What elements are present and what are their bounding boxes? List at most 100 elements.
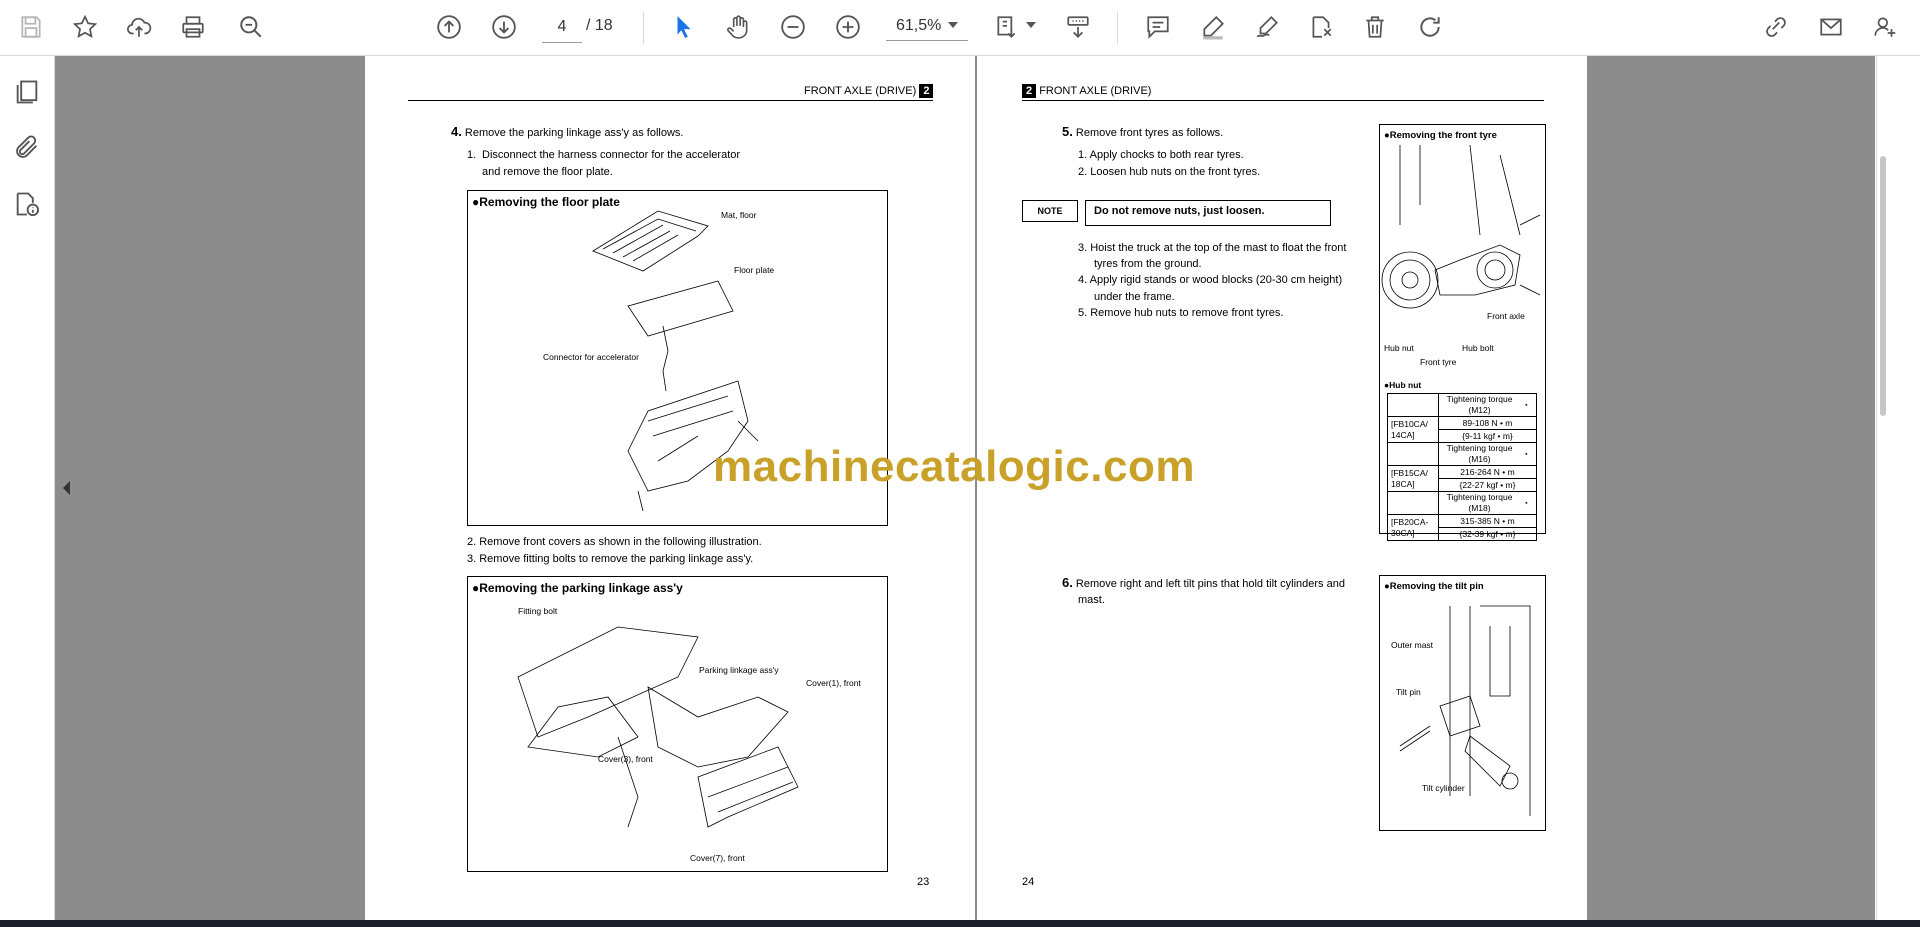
- page-down-icon[interactable]: [487, 10, 521, 44]
- chevron-down-icon[interactable]: [1026, 22, 1036, 28]
- torque-kgf: {32-39 kgf • m}: [1438, 527, 1537, 541]
- collapse-left-icon[interactable]: [63, 481, 70, 495]
- figure-title: ●Removing the parking linkage ass'y: [472, 581, 683, 595]
- rotate-icon[interactable]: [1413, 10, 1447, 44]
- chapter-badge: 2: [1022, 84, 1037, 98]
- substep-4-line1: 4. Apply rigid stands or wood blocks (20…: [1078, 274, 1343, 286]
- scroll-mode-icon[interactable]: [1061, 10, 1095, 44]
- toolbar: / 18 61,5%: [0, 0, 1920, 56]
- note-icon: NOTE: [1022, 200, 1078, 222]
- account-icon[interactable]: [1868, 10, 1902, 44]
- substep-2: 2. Loosen hub nuts on the front tyres.: [1078, 166, 1261, 178]
- share-icon[interactable]: [1759, 10, 1793, 44]
- torque-nm: 315-385 N • m: [1438, 514, 1537, 528]
- cloud-upload-icon[interactable]: [122, 10, 156, 44]
- zoom-in-icon[interactable]: [831, 10, 865, 44]
- torque-nm: 216-264 N • m: [1438, 465, 1537, 479]
- wrench-icon: ◔: [1520, 393, 1537, 417]
- label-tilt-cylinder: Tilt cylinder: [1422, 783, 1465, 793]
- label-hub-bolt: Hub bolt: [1462, 343, 1494, 353]
- torque-value-row: [FB15CA/ 18CA] 216-264 N • m: [1387, 465, 1537, 492]
- figure-front-tyre: ●Removing the front tyre Front axle Hub …: [1379, 124, 1546, 541]
- label-front-tyre: Front tyre: [1420, 357, 1457, 367]
- torque-nm: 89-108 N • m: [1438, 416, 1537, 430]
- torque-model: [FB10CA/ 14CA]: [1387, 416, 1439, 443]
- torque-blank-cell: [1387, 442, 1439, 466]
- select-cursor-icon[interactable]: [667, 10, 701, 44]
- substep-5: 5. Remove hub nuts to remove front tyres…: [1078, 307, 1284, 319]
- email-icon[interactable]: [1814, 10, 1848, 44]
- substep-3: 3. Remove fitting bolts to remove the pa…: [467, 553, 754, 565]
- figure-parking-linkage: ●Removing the parking linkage ass'y Fitt…: [467, 576, 888, 872]
- label-cover7: Cover(7), front: [690, 853, 745, 863]
- page-header: FRONT AXLE (DRIVE) 2: [804, 84, 934, 98]
- step-number: 4.: [451, 124, 462, 139]
- substep-4-line2: under the frame.: [1094, 291, 1175, 303]
- stamp-icon[interactable]: [1304, 10, 1338, 44]
- torque-value-row: [FB20CA- 30CA] 315-385 N • m: [1387, 514, 1537, 541]
- figure-title: ●Removing the tilt pin: [1384, 581, 1484, 592]
- chevron-down-icon[interactable]: [948, 22, 958, 28]
- hub-nut-title: ●Hub nut: [1384, 380, 1422, 390]
- left-rail: [0, 56, 55, 921]
- document-info-icon[interactable]: [11, 188, 43, 220]
- torque-header: Tightening torque (M18): [1438, 491, 1520, 515]
- page-number: 24: [1022, 876, 1035, 888]
- highlight-icon[interactable]: [1196, 10, 1230, 44]
- star-icon[interactable]: [68, 10, 102, 44]
- attachment-icon[interactable]: [11, 131, 43, 163]
- header-text: FRONT AXLE (DRIVE): [1039, 85, 1152, 97]
- wrench-icon: ◔: [1520, 442, 1537, 466]
- zoom-out-icon[interactable]: [776, 10, 810, 44]
- torque-value-row: [FB10CA/ 14CA] 89-108 N • m: [1387, 416, 1537, 443]
- save-icon[interactable]: [14, 10, 48, 44]
- wrench-icon: ◔: [1520, 491, 1537, 515]
- scrollbar[interactable]: [1880, 156, 1886, 416]
- comment-icon[interactable]: [1141, 10, 1175, 44]
- torque-model: [FB15CA/ 18CA]: [1387, 465, 1439, 492]
- figure-tilt-pin: ●Removing the tilt pin Outer mast Tilt p…: [1379, 575, 1546, 831]
- note-text: Do not remove nuts, just loosen.: [1094, 205, 1265, 217]
- label-tilt-pin: Tilt pin: [1396, 687, 1421, 697]
- torque-kgf: {9-11 kgf • m}: [1438, 429, 1537, 443]
- page-up-icon[interactable]: [432, 10, 466, 44]
- step-6-line2: mast.: [1078, 594, 1105, 606]
- separator: [643, 12, 644, 44]
- label-front-axle: Front axle: [1487, 311, 1525, 321]
- label-connector: Connector for accelerator: [543, 352, 639, 362]
- delete-icon[interactable]: [1358, 10, 1392, 44]
- label-hub-nut: Hub nut: [1384, 343, 1414, 353]
- parking-linkage-illustration: [517, 626, 799, 828]
- label-fitting-bolt: Fitting bolt: [518, 606, 558, 616]
- substep-1-num: 1.: [467, 149, 477, 161]
- substep-2: 2. Remove front covers as shown in the f…: [467, 536, 762, 548]
- zoom-search-icon[interactable]: [234, 10, 268, 44]
- torque-header-row: Tightening torque (M18) ◔: [1387, 491, 1537, 515]
- print-icon[interactable]: [176, 10, 210, 44]
- page-number: 23: [917, 876, 930, 888]
- torque-table: Tightening torque (M12) ◔ [FB10CA/ 14CA] 89…: [1387, 393, 1537, 541]
- hand-icon[interactable]: [721, 10, 755, 44]
- fit-page-icon[interactable]: [990, 10, 1024, 44]
- figure-title: ●Removing the front tyre: [1384, 130, 1497, 141]
- torque-kgf: {22-27 kgf • m}: [1438, 478, 1537, 492]
- substep-1: 1. Apply chocks to both rear tyres.: [1078, 149, 1244, 161]
- chapter-badge: 2: [919, 84, 934, 98]
- step-text: Remove right and left tilt pins that hol…: [1075, 578, 1345, 590]
- sign-icon[interactable]: [1250, 10, 1284, 44]
- label-parking-linkage: Parking linkage ass'y: [699, 665, 779, 675]
- label-cover3: Cover(3), front: [598, 754, 653, 764]
- step-5: 5. Remove front tyres as follows.: [1062, 125, 1223, 140]
- substep-3-line1: 3. Hoist the truck at the top of the mas…: [1078, 242, 1347, 254]
- page-number-input[interactable]: [542, 12, 582, 43]
- torque-header: Tightening torque (M12): [1438, 393, 1520, 417]
- page-header: 2 FRONT AXLE (DRIVE): [1022, 84, 1151, 98]
- torque-model: [FB20CA- 30CA]: [1387, 514, 1439, 541]
- note-label: NOTE: [1037, 206, 1063, 216]
- note-box: Do not remove nuts, just loosen.: [1085, 200, 1331, 226]
- taskbar-strip: [0, 920, 1920, 927]
- substep-1-line2: and remove the floor plate.: [482, 166, 613, 178]
- torque-blank-cell: [1387, 393, 1439, 417]
- pages-icon[interactable]: [11, 76, 43, 108]
- torque-header: Tightening torque (M16): [1438, 442, 1520, 466]
